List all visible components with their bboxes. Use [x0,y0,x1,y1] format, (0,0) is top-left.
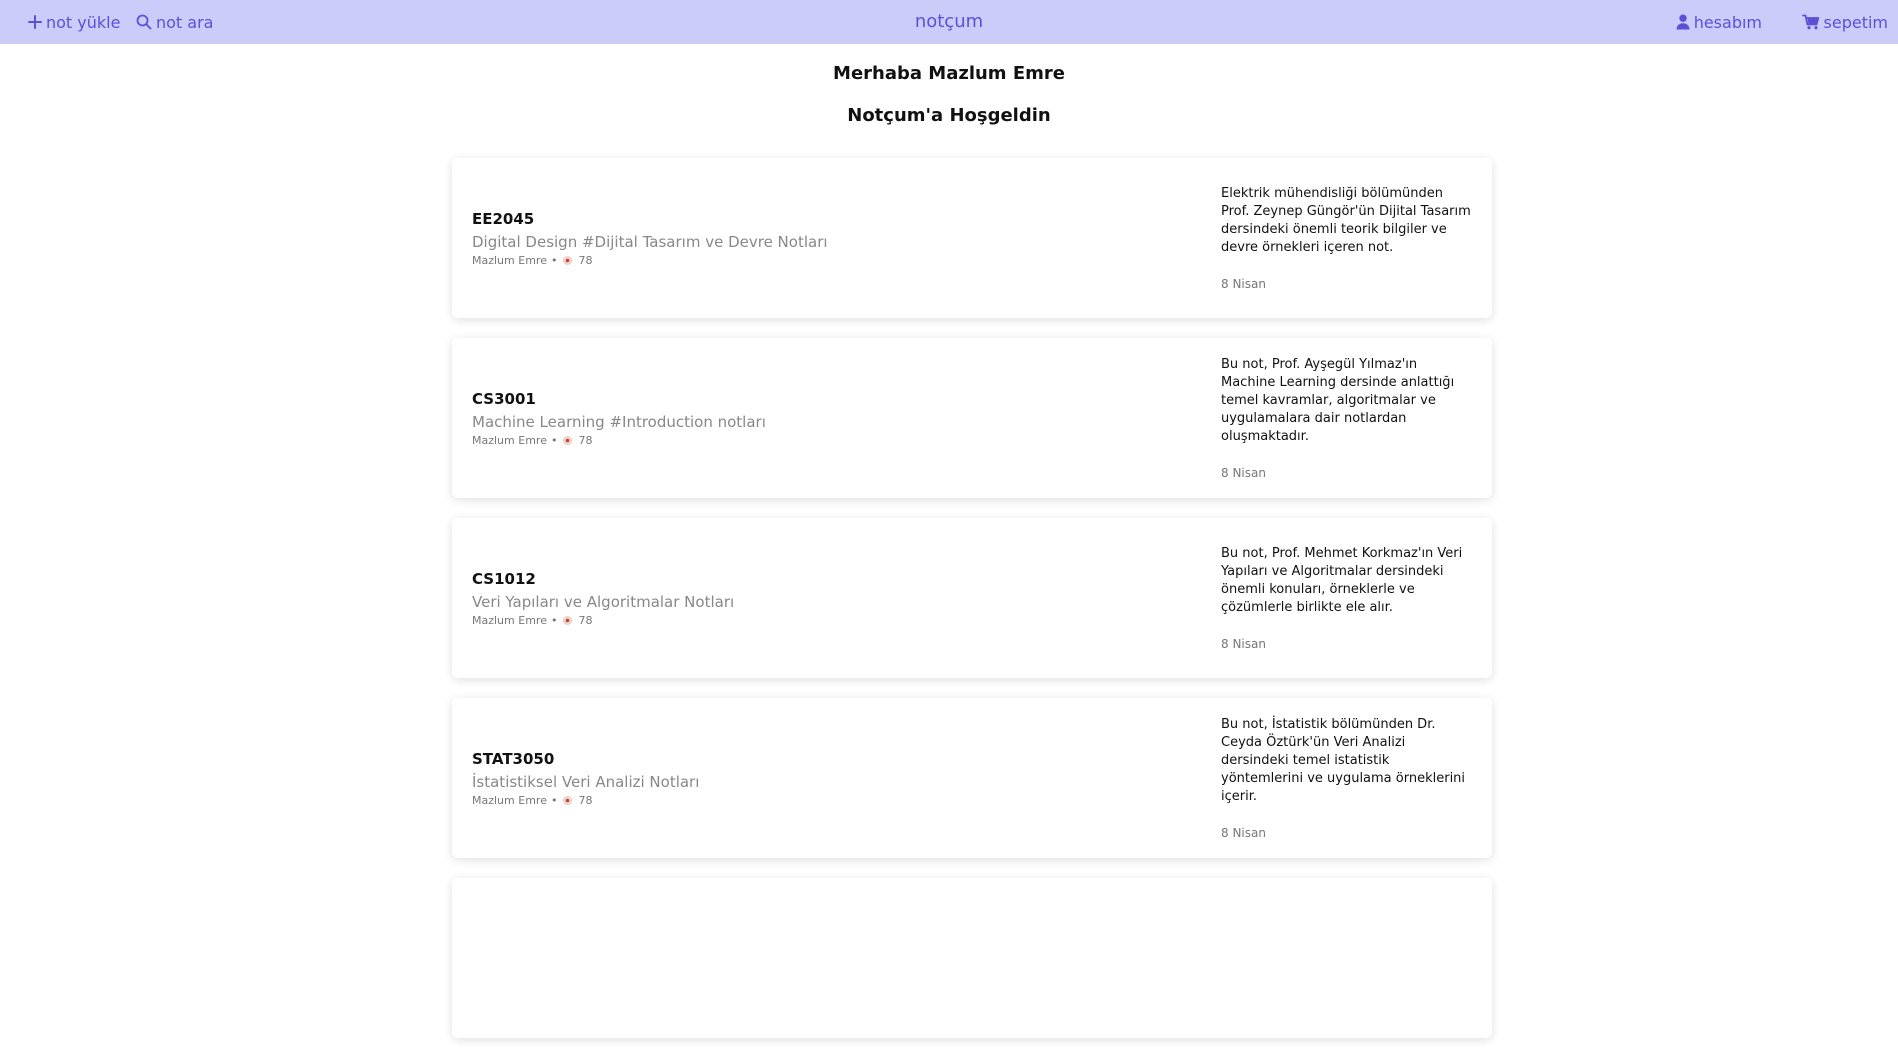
note-view-count: 78 [578,253,593,267]
note-summary: STAT3050 İstatistiksel Veri Analizi Notl… [472,698,699,858]
brand-logo[interactable]: notçum [915,11,983,32]
top-navbar: not yükle not ara notçum hesabım sepetim [0,0,1898,44]
note-details: Bu not, İstatistik bölümünden Dr. Ceyda … [1221,698,1471,858]
note-date: 8 Nisan [1221,637,1266,651]
note-meta: Mazlum Emre • 78 [472,254,828,267]
views-icon [563,435,573,445]
views-icon [563,795,573,805]
note-date: 8 Nisan [1221,826,1266,840]
upload-note-label: not yükle [46,12,121,32]
note-course-code: CS1012 [472,569,536,588]
note-date: 8 Nisan [1221,277,1266,291]
meta-separator: • [550,433,558,447]
note-meta: Mazlum Emre • 78 [472,614,734,627]
note-course-code: STAT3050 [472,749,555,768]
cart-icon [1801,14,1819,30]
meta-separator: • [550,253,558,267]
meta-separator: • [550,613,558,627]
account-link[interactable]: hesabım [1676,0,1762,44]
note-date: 8 Nisan [1221,466,1266,480]
note-view-count: 78 [578,613,593,627]
cart-label: sepetim [1823,12,1888,32]
upload-note-link[interactable]: not yükle [28,0,120,44]
note-list: EE2045 Digital Design #Dijital Tasarım v… [452,158,1492,1058]
welcome-heading: Notçum'a Hoşgeldin [847,105,1051,126]
note-description: Bu not, Prof. Mehmet Korkmaz'ın Veri Yap… [1221,546,1463,615]
note-card[interactable]: STAT3050 İstatistiksel Veri Analizi Notl… [452,698,1492,858]
search-icon [136,14,152,30]
note-details: Bu not, Prof. Ayşegül Yılmaz'ın Machine … [1221,338,1471,498]
plus-icon [28,15,42,29]
note-card[interactable]: EE2045 Digital Design #Dijital Tasarım v… [452,158,1492,318]
note-summary: CS1012 Veri Yapıları ve Algoritmalar Not… [472,518,734,678]
note-description: Bu not, İstatistik bölümünden Dr. Ceyda … [1221,717,1466,804]
note-description: Elektrik mühendisliği bölümünden Prof. Z… [1221,186,1471,255]
cart-link[interactable]: sepetim [1801,0,1888,44]
note-meta: Mazlum Emre • 78 [472,794,699,807]
note-course-code: CS3001 [472,389,536,408]
note-view-count: 78 [578,433,593,447]
note-meta: Mazlum Emre • 78 [472,434,766,447]
note-title: Digital Design #Dijital Tasarım ve Devre… [472,232,828,251]
user-icon [1676,14,1690,30]
brand-container: notçum [0,0,1898,44]
views-icon [563,255,573,265]
greeting-heading: Merhaba Mazlum Emre [833,63,1065,84]
note-card[interactable]: CS1012 Veri Yapıları ve Algoritmalar Not… [452,518,1492,678]
note-details: Bu not, Prof. Mehmet Korkmaz'ın Veri Yap… [1221,518,1471,678]
note-title: İstatistiksel Veri Analizi Notları [472,772,700,791]
note-card[interactable]: CS3001 Machine Learning #Introduction no… [452,338,1492,498]
meta-separator: • [550,793,558,807]
note-view-count: 78 [578,793,593,807]
search-note-link[interactable]: not ara [136,0,213,44]
note-summary: CS3001 Machine Learning #Introduction no… [472,338,766,498]
note-title: Machine Learning #Introduction notları [472,412,766,431]
views-icon [563,615,573,625]
search-note-label: not ara [156,12,214,32]
note-author: Mazlum Emre [472,433,547,447]
note-title: Veri Yapıları ve Algoritmalar Notları [472,592,735,611]
note-author: Mazlum Emre [472,793,547,807]
note-details: Elektrik mühendisliği bölümünden Prof. Z… [1221,158,1471,318]
note-author: Mazlum Emre [472,613,547,627]
note-summary: EE2045 Digital Design #Dijital Tasarım v… [472,158,828,318]
note-card-partial[interactable] [452,878,1492,1038]
note-description: Bu not, Prof. Ayşegül Yılmaz'ın Machine … [1221,357,1455,444]
account-label: hesabım [1693,12,1762,32]
note-course-code: EE2045 [472,209,535,228]
note-author: Mazlum Emre [472,253,547,267]
